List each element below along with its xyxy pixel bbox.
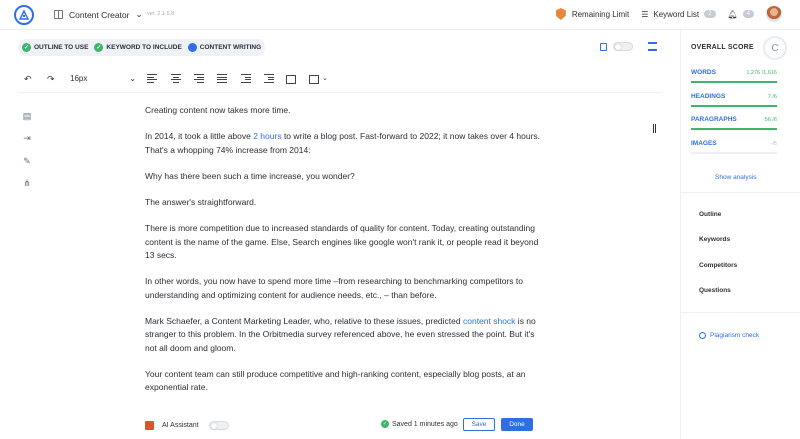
version-label: ver. 2.1.5.8 — [147, 11, 175, 17]
editor-toolbar: ↶ ↷ 16px ⌄ ⌄ — [18, 66, 662, 93]
editor-content[interactable]: Creating content now takes more time. In… — [145, 104, 545, 407]
align-left-icon[interactable] — [147, 74, 157, 83]
check-icon: ✓ — [22, 43, 31, 52]
search-icon — [699, 332, 706, 339]
paragraph: Mark Schaefer, a Content Marketing Leade… — [145, 315, 536, 353]
paragraph: In 2014, it took a little above 2 hours … — [145, 131, 541, 155]
paragraph: Why has there been such a time increase,… — [145, 170, 355, 181]
nav-competitors[interactable]: Competitors — [699, 262, 737, 269]
paragraph: Creating content now takes more time. — [145, 105, 291, 115]
saved-status-text: Saved 1 minutes ago — [392, 420, 458, 428]
align-center-icon[interactable] — [171, 74, 181, 83]
bank-icon[interactable] — [648, 42, 657, 51]
shield-icon — [555, 8, 566, 20]
active-step-icon — [187, 43, 197, 52]
inline-link[interactable]: content shock — [463, 316, 515, 326]
app-grid-icon — [54, 10, 63, 19]
view-controls — [600, 42, 633, 51]
ai-assistant-toggle[interactable] — [208, 420, 229, 430]
step-writing[interactable]: CONTENT WRITING — [187, 43, 262, 52]
keyword-list-button[interactable]: ☰ Keyword List 2 — [641, 9, 716, 19]
ai-assistant-label: AI Assistant — [162, 421, 199, 429]
plagiarism-check-button[interactable]: Plagiarism check — [699, 332, 759, 339]
notifications-button[interactable]: 🔔︎ 4 — [727, 9, 754, 19]
book-icon[interactable] — [600, 42, 607, 51]
notification-count-badge: 4 — [742, 10, 754, 18]
edit-icon[interactable]: ✎ — [22, 156, 32, 166]
font-size-value: 16px — [70, 74, 88, 83]
done-button[interactable]: Done — [501, 418, 533, 431]
bell-icon: 🔔︎ — [727, 9, 738, 19]
save-status: ✓ Saved 1 minutes ago — [381, 420, 458, 428]
redo-icon[interactable]: ↷ — [47, 74, 55, 85]
keyword-list-label: Keyword List — [653, 9, 700, 19]
export-icon[interactable]: ⇥ — [22, 133, 32, 143]
remaining-limit-label: Remaining Limit — [571, 9, 630, 19]
score-grade: C — [763, 36, 787, 60]
metric-headings[interactable]: HEADINGS 7 /6 — [691, 93, 777, 107]
avatar[interactable] — [766, 6, 782, 22]
check-icon: ✓ — [381, 420, 389, 428]
align-right-icon[interactable] — [194, 74, 204, 83]
nav-questions[interactable]: Questions — [699, 287, 731, 294]
step-keywords[interactable]: ✓ KEYWORD TO INCLUDE — [94, 43, 182, 52]
top-bar: Content Creator ⌄ ver. 2.1.5.8 Remaining… — [0, 0, 800, 30]
divider — [681, 312, 800, 313]
undo-icon[interactable]: ↶ — [24, 74, 32, 85]
step-label: OUTLINE TO USE — [34, 44, 89, 51]
paragraph: In other words, you now have to spend mo… — [145, 276, 523, 300]
score-panel: OVERALL SCORE C WORDS 1,276 /1,616 HEADI… — [680, 30, 800, 439]
paragraph: The answer's straightforward. — [145, 197, 257, 208]
step-label: CONTENT WRITING — [199, 44, 262, 51]
text-cursor-icon — [653, 124, 656, 133]
metric-images[interactable]: IMAGES -/5 — [691, 140, 777, 154]
metric-paragraphs[interactable]: PARAGRAPHS 56 /6 — [691, 116, 777, 130]
show-analysis-link[interactable]: Show analysis — [715, 174, 757, 181]
document-icon[interactable]: ▤ — [22, 111, 32, 121]
align-justify-icon[interactable] — [217, 74, 227, 83]
overall-score-title: OVERALL SCORE — [691, 44, 754, 51]
outdent-icon[interactable] — [241, 74, 251, 83]
list-icon: ☰ — [641, 9, 649, 19]
check-icon: ✓ — [94, 43, 104, 52]
app-switcher[interactable]: Content Creator ⌄ — [54, 9, 143, 20]
app-name: Content Creator — [69, 9, 130, 20]
ai-assistant-icon — [145, 420, 154, 430]
plagiarism-check-label: Plagiarism check — [710, 332, 760, 339]
app-logo-icon[interactable] — [14, 5, 34, 25]
font-size-select[interactable]: 16px ⌄ — [70, 74, 136, 83]
remaining-limit-button[interactable]: Remaining Limit — [555, 8, 630, 20]
divider — [681, 192, 800, 193]
chevron-down-icon[interactable]: ⌄ — [322, 74, 328, 82]
step-progress: ✓ OUTLINE TO USE ✓ KEYWORD TO INCLUDE CO… — [18, 39, 266, 56]
step-outline[interactable]: ✓ OUTLINE TO USE — [22, 43, 88, 52]
save-button[interactable]: Save — [463, 418, 495, 431]
nav-outline[interactable]: Outline — [699, 211, 721, 218]
chevron-down-icon: ⌄ — [129, 74, 136, 83]
metric-words[interactable]: WORDS 1,276 /1,616 — [691, 69, 777, 83]
keyword-count-badge: 2 — [704, 10, 716, 18]
inline-link[interactable]: 2 hours — [253, 131, 281, 141]
indent-icon[interactable] — [264, 74, 274, 83]
image-icon[interactable] — [286, 75, 296, 84]
editor-footer: AI Assistant ✓ Saved 1 minutes ago Save … — [145, 418, 545, 432]
view-toggle[interactable] — [613, 42, 633, 51]
share-icon[interactable]: ⋔ — [22, 178, 32, 188]
nav-keywords[interactable]: Keywords — [699, 236, 730, 243]
table-icon[interactable] — [309, 75, 319, 84]
chevron-down-icon: ⌄ — [135, 9, 143, 19]
paragraph: Your content team can still produce comp… — [145, 368, 526, 393]
paragraph: There is more competition due to increas… — [145, 223, 539, 261]
step-label: KEYWORD TO INCLUDE — [106, 44, 182, 51]
